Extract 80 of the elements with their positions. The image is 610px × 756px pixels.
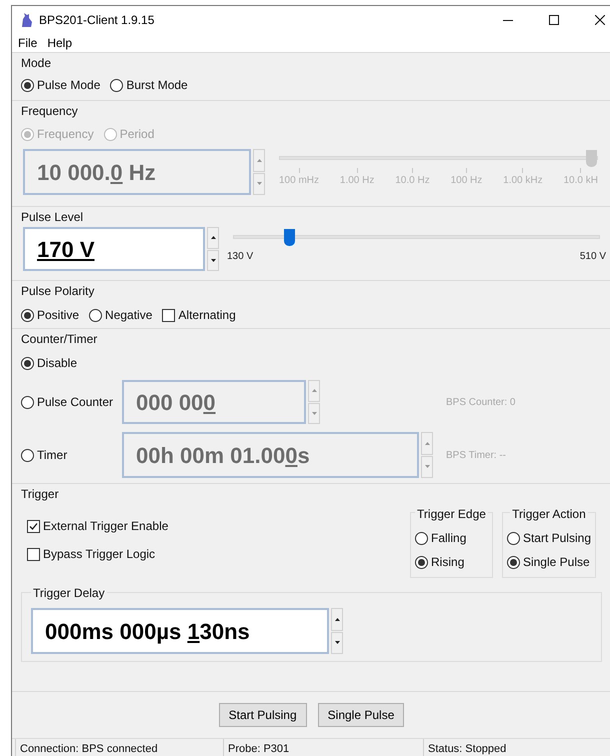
radio-label: Rising (431, 554, 464, 571)
checkbox-label: Alternating (178, 307, 236, 324)
up-triangle-icon (256, 158, 262, 162)
radio-button[interactable] (506, 556, 520, 568)
checkbox-label: External Trigger Enable (43, 518, 168, 535)
checkbox[interactable] (27, 520, 40, 532)
radio-button[interactable] (506, 532, 520, 544)
radio-label: Pulse Counter (37, 394, 114, 411)
radio-button[interactable] (21, 308, 34, 322)
radio-label: Falling (431, 530, 466, 547)
tick-label: 10.0 Hz (395, 174, 430, 188)
down-triangle-icon (256, 182, 262, 186)
radio-label: Single Pulse (522, 554, 590, 571)
radio-button[interactable] (21, 356, 34, 370)
radio-button[interactable] (89, 308, 102, 322)
up-triangle-icon (312, 389, 316, 392)
group-title: Pulse Level (20, 209, 84, 225)
down-triangle-icon (334, 641, 340, 644)
menu-item[interactable]: Help (47, 34, 72, 52)
tick-label: 10.0 kH (563, 174, 598, 188)
spin-value: 000 000 (136, 388, 216, 416)
spin-down-button[interactable] (331, 632, 343, 654)
group-title: Mode (20, 55, 52, 71)
maximize-icon (549, 15, 559, 25)
action-button[interactable]: Single Pulse (318, 703, 404, 727)
radio-button[interactable] (110, 78, 124, 92)
slider-thumb[interactable] (284, 229, 295, 246)
spin-value: 00h 00m 01.000s (136, 442, 310, 470)
radio-button[interactable] (415, 556, 428, 568)
radio-label: Period (120, 126, 154, 143)
spin-field[interactable]: 000ms 000µs 130ns (31, 608, 329, 654)
min-label: 130 V (227, 250, 254, 264)
check-icon (29, 522, 38, 530)
spin-field[interactable]: 170 V (23, 227, 205, 271)
radio-label: Positive (37, 307, 80, 324)
up-triangle-icon (334, 618, 340, 621)
reading-label: BPS Timer: -- (446, 448, 506, 462)
spin-up-button[interactable] (207, 227, 219, 248)
status-text: Probe: P301 (228, 742, 290, 756)
menu-item[interactable]: File (18, 34, 38, 52)
radio-label: Disable (37, 355, 78, 372)
down-triangle-icon (312, 412, 316, 415)
spin-up-button[interactable] (331, 608, 343, 630)
radio-button[interactable] (21, 396, 34, 408)
max-label: 510 V (580, 250, 606, 264)
checkbox-label: Bypass Trigger Logic (43, 546, 156, 563)
radio-label: Timer (37, 447, 68, 464)
tick-label: 1.00 Hz (340, 174, 374, 188)
radio-label: Frequency (37, 126, 94, 143)
radio-label: Burst Mode (126, 77, 188, 94)
up-triangle-icon (210, 236, 216, 240)
radio-button[interactable] (415, 532, 428, 544)
spin-down-button[interactable] (207, 250, 219, 271)
radio-label: Start Pulsing (522, 530, 591, 547)
group-title: Counter/Timer (20, 331, 98, 347)
app-logo-icon (20, 13, 33, 27)
radio-label: Pulse Mode (37, 77, 100, 94)
tick-label: 100 mHz (279, 174, 320, 188)
spin-value: 10 000.0 Hz (37, 158, 156, 186)
action-button[interactable]: Start Pulsing (218, 703, 307, 727)
down-triangle-icon (210, 258, 216, 262)
down-triangle-icon (424, 465, 430, 468)
status-text: Status: Stopped (428, 742, 506, 756)
tick-label: 1.00 kHz (503, 174, 543, 188)
spin-value: 000ms 000µs 130ns (45, 618, 250, 646)
radio-button[interactable] (21, 448, 34, 462)
checkbox[interactable] (27, 548, 40, 560)
group-title: Trigger (20, 486, 60, 502)
spin-value: 170 V (37, 236, 94, 264)
group-title: Frequency (20, 103, 79, 119)
radio-label: Negative (105, 307, 152, 324)
tick-label: 100 Hz (450, 174, 482, 188)
radio-button[interactable] (21, 78, 34, 92)
reading-label: BPS Counter: 0 (446, 396, 516, 410)
window-title: BPS201-Client 1.9.15 (39, 12, 154, 29)
close-icon (595, 15, 605, 25)
checkbox[interactable] (162, 308, 176, 322)
status-text: Connection: BPS connected (20, 742, 158, 756)
group-title: Pulse Polarity (20, 283, 96, 299)
up-triangle-icon (424, 442, 430, 445)
